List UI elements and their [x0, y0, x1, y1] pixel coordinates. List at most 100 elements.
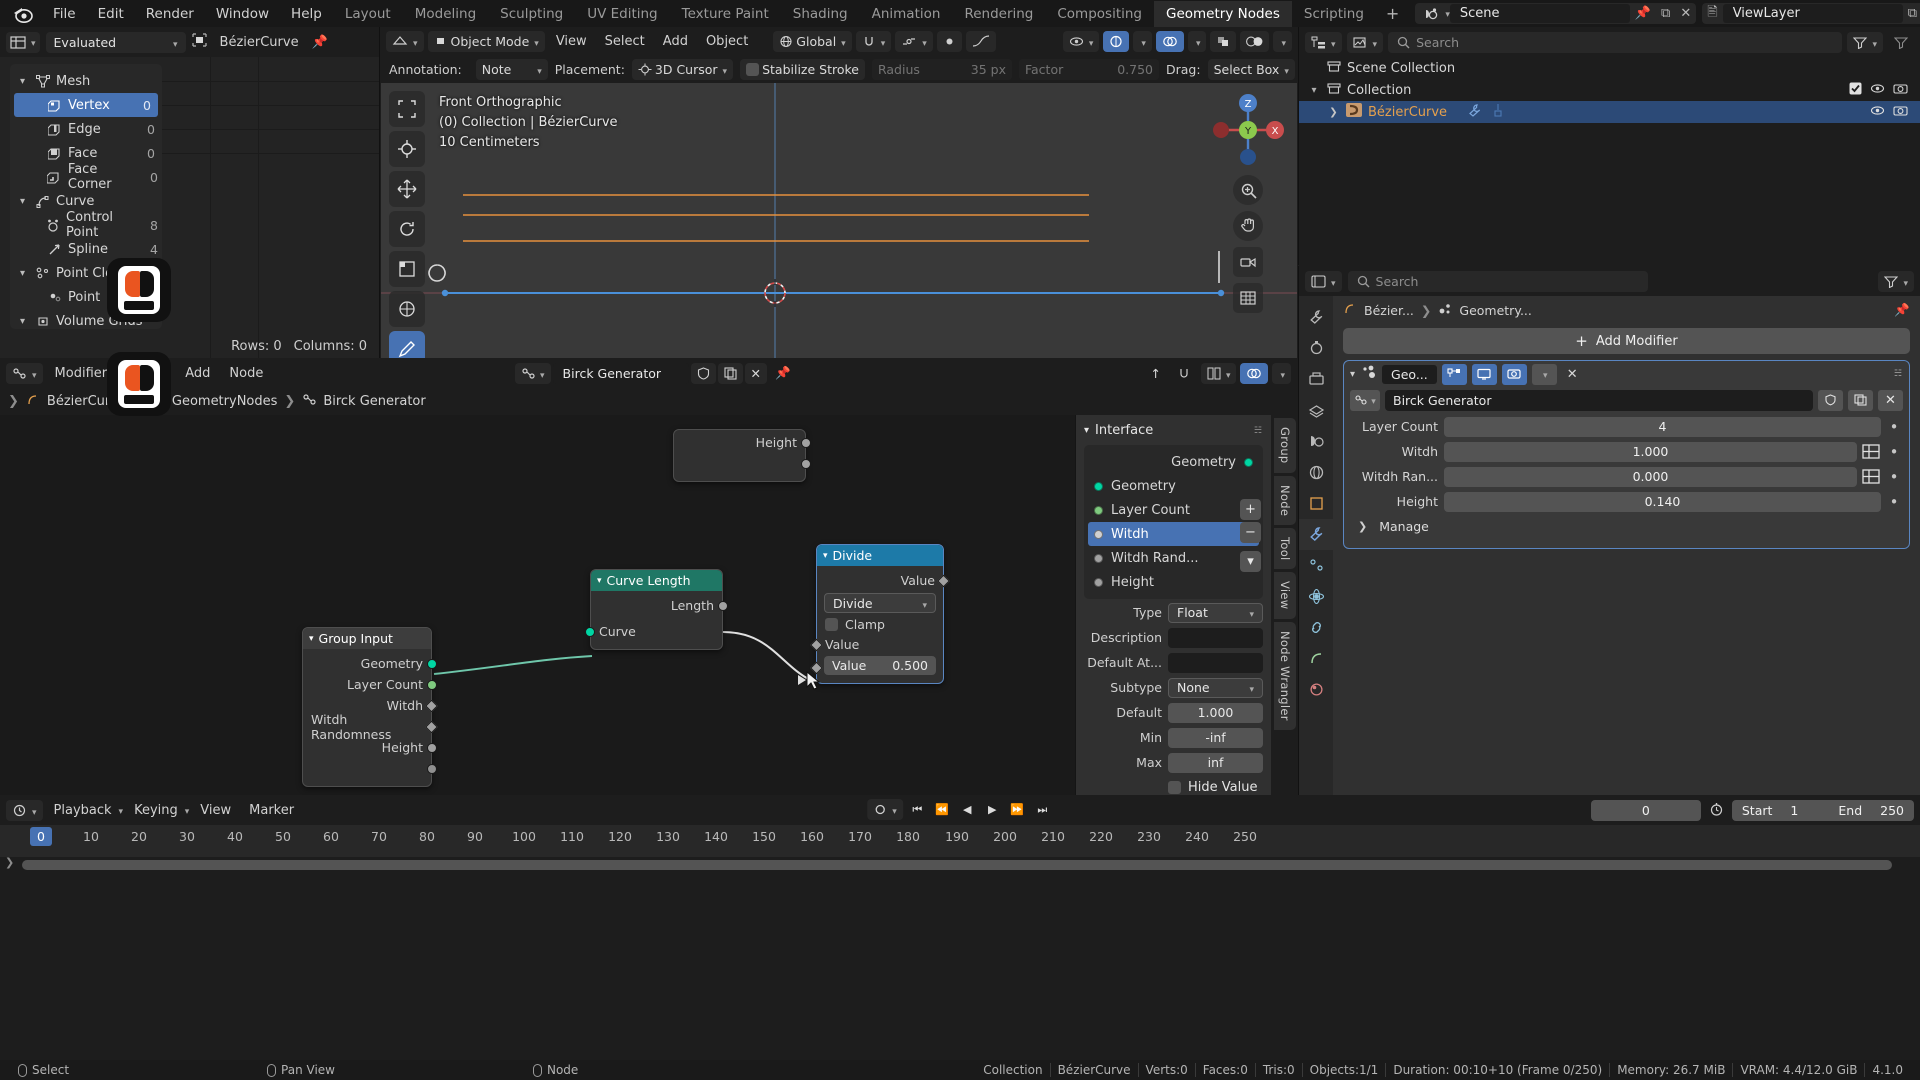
interface-item-menu-button[interactable]: ▾ — [1240, 551, 1261, 572]
hide-value-checkbox[interactable]: Hide Value — [1168, 780, 1263, 795]
pin-properties-icon[interactable]: 📌 — [1894, 302, 1910, 318]
output-socket[interactable] — [801, 459, 811, 469]
eye-icon[interactable] — [1870, 104, 1885, 121]
placement-selector[interactable]: 3D Cursor — [632, 59, 733, 80]
duplicate-nodetree-button[interactable] — [718, 363, 743, 384]
tab-node[interactable]: Node — [1274, 476, 1296, 525]
tab-modifiers[interactable] — [1299, 519, 1333, 550]
output-socket-geometry[interactable] — [427, 659, 437, 669]
tab-world[interactable] — [1299, 457, 1333, 488]
interface-input-witdh-randomness[interactable]: Witdh Rand... — [1084, 546, 1263, 570]
scroll-left-icon[interactable]: ❯ — [5, 856, 14, 869]
pin-nodetree-icon[interactable]: 📌 — [769, 363, 797, 384]
menu-help[interactable]: Help — [280, 3, 333, 25]
eye-icon[interactable] — [1870, 82, 1885, 99]
shading-modes[interactable] — [1240, 31, 1269, 52]
output-socket-length[interactable] — [718, 601, 728, 611]
snap-nodes-toggle[interactable] — [1171, 363, 1197, 384]
timeline-menu-marker[interactable]: Marker — [242, 803, 301, 818]
tool-scale[interactable] — [389, 251, 425, 287]
tree-item-face-corner[interactable]: Face Corner 0 — [10, 165, 162, 189]
breadcrumb-modifier-label[interactable]: Geometry... — [1459, 303, 1531, 318]
workspace-rendering[interactable]: Rendering — [952, 1, 1045, 27]
field-value-wrap[interactable]: 0.000 — [1444, 467, 1857, 487]
parent-nodetree-button[interactable]: ↑ — [1144, 363, 1166, 384]
modifier-manage-section[interactable]: ❯ Manage — [1358, 515, 1901, 538]
tool-move[interactable] — [389, 171, 425, 207]
breadcrumb-object-label[interactable]: Bézier... — [1364, 303, 1414, 318]
jump-to-start-button[interactable]: ⏮ — [907, 799, 928, 820]
output-socket-witdh[interactable] — [425, 699, 438, 712]
viewport-menu-object[interactable]: Object — [699, 34, 755, 49]
camera-icon[interactable] — [1893, 82, 1908, 99]
menu-edit[interactable]: Edit — [87, 3, 135, 25]
frame-range-field[interactable]: Start 1 End 250 — [1732, 800, 1914, 821]
outliner-filter-button[interactable] — [1847, 32, 1883, 53]
workspace-sculpting[interactable]: Sculpting — [488, 1, 575, 27]
tab-scene[interactable] — [1299, 426, 1333, 457]
tab-constraints[interactable] — [1299, 612, 1333, 643]
unlink-nodegroup-button[interactable]: ✕ — [1878, 390, 1903, 411]
display-mode-selector[interactable] — [1347, 32, 1384, 53]
tool-annotate[interactable] — [389, 331, 425, 358]
collection-checkbox[interactable] — [1849, 82, 1862, 99]
playback-chevron-icon[interactable] — [117, 803, 124, 818]
zoom-view-button[interactable] — [1233, 175, 1263, 205]
input-socket-value-a[interactable] — [810, 638, 823, 651]
jump-to-end-button[interactable]: ⏭ — [1032, 799, 1053, 820]
snap-selector[interactable] — [856, 31, 892, 52]
tool-cursor[interactable] — [389, 131, 425, 167]
breadcrumb-modifier[interactable]: GeometryNodes — [172, 394, 278, 409]
snap-node-element-selector[interactable] — [1201, 363, 1237, 384]
editor-type-chevron-icon[interactable] — [30, 803, 37, 818]
animate-dot-icon[interactable]: • — [1887, 422, 1901, 432]
editor-type-chevron-icon[interactable] — [1329, 35, 1336, 50]
next-keyframe-button[interactable]: ⏩ — [1007, 799, 1028, 820]
workspace-modeling[interactable]: Modeling — [403, 1, 488, 27]
output-socket-virtual[interactable] — [427, 764, 437, 774]
nodegroup-name-field[interactable]: Birck Generator — [1385, 390, 1813, 411]
modifier-drag-handle[interactable]: ☵ — [1894, 369, 1903, 379]
panel-drag-handle[interactable]: ☵ — [1254, 426, 1263, 436]
node-tree-type-label[interactable]: Modifier — [48, 366, 115, 381]
node-menu-add[interactable]: Add — [178, 366, 217, 381]
node-group-input[interactable]: ▾ Group Input Geometry Layer Count Witdh — [302, 627, 432, 787]
node-partial-top[interactable]: Height — [673, 429, 806, 482]
camera-view-button[interactable] — [1233, 247, 1263, 277]
modifier-extras-menu[interactable] — [1532, 364, 1557, 385]
editor-type-chevron-icon[interactable] — [411, 34, 418, 49]
divide-output-row[interactable]: Value — [817, 570, 943, 591]
menu-file[interactable]: File — [42, 3, 87, 25]
tab-output[interactable] — [1299, 364, 1333, 395]
tab-view-layer[interactable] — [1299, 395, 1333, 426]
current-frame-field[interactable]: 0 — [1591, 800, 1701, 821]
tab-particles[interactable] — [1299, 550, 1333, 581]
divide-operation-selector[interactable]: Divide — [824, 593, 936, 613]
outliner-row-scene-collection[interactable]: Scene Collection — [1299, 57, 1920, 79]
menu-window[interactable]: Window — [205, 3, 280, 25]
outliner-row-collection[interactable]: ▾ Collection — [1299, 79, 1920, 101]
output-socket-height[interactable] — [427, 743, 437, 753]
display-mode-chevron-icon[interactable] — [1371, 35, 1378, 50]
timeline-menu-view[interactable]: View — [193, 803, 238, 818]
add-modifier-button[interactable]: + Add Modifier — [1343, 328, 1910, 354]
tool-transform[interactable] — [389, 291, 425, 327]
interface-output-geometry[interactable]: Geometry — [1084, 450, 1263, 474]
scene-chevron-icon[interactable] — [1443, 6, 1450, 21]
blender-logo-icon[interactable] — [10, 1, 36, 27]
node-editor-type-selector[interactable] — [6, 363, 43, 384]
falloff-selector[interactable] — [966, 31, 996, 52]
toggle-edit-mode-display[interactable] — [1442, 364, 1467, 385]
field-value-wrap[interactable]: 1.000 — [1444, 442, 1857, 462]
viewport-menu-select[interactable]: Select — [598, 34, 652, 49]
attribute-toggle-icon[interactable] — [1861, 443, 1881, 463]
add-workspace-button[interactable]: + — [1376, 1, 1409, 26]
timeline-scrollbar[interactable]: ❯ — [0, 857, 1920, 873]
input-socket-curve[interactable] — [585, 627, 595, 637]
radius-slider[interactable]: Radius 35 px — [872, 59, 1012, 80]
filter-chevron-icon[interactable] — [1870, 35, 1877, 50]
timeline-editor-type-selector[interactable] — [6, 800, 43, 821]
tab-tool[interactable]: Tool — [1274, 528, 1296, 570]
browse-nodegroup-button[interactable] — [1350, 390, 1380, 411]
gizmo-options[interactable] — [1133, 31, 1152, 52]
